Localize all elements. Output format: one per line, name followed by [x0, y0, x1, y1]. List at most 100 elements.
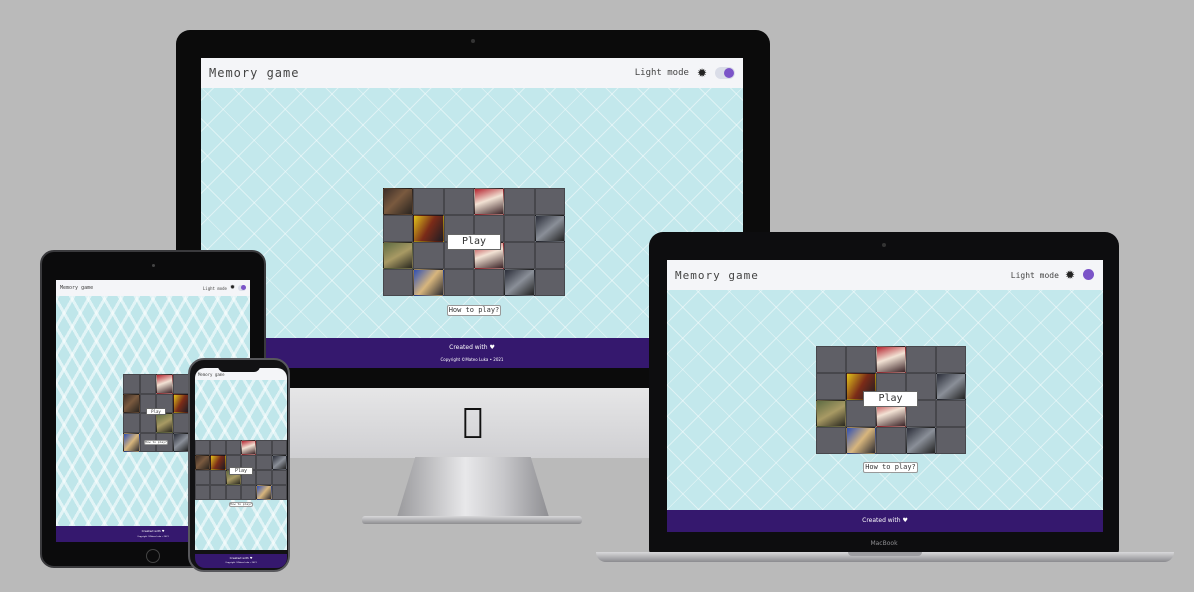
card[interactable]: [256, 455, 272, 470]
card[interactable]: [504, 188, 535, 215]
card[interactable]: [240, 440, 257, 455]
play-button[interactable]: Play: [229, 467, 253, 475]
card[interactable]: [504, 269, 535, 296]
card[interactable]: [123, 432, 140, 452]
phone-device: Memory game Light mode: [188, 358, 290, 572]
card[interactable]: [156, 374, 173, 394]
card[interactable]: [195, 470, 211, 485]
card[interactable]: [443, 269, 474, 296]
tablet-camera: [152, 264, 155, 267]
card[interactable]: [225, 440, 241, 455]
navbar: Memory game Light mode ✹: [56, 280, 250, 296]
card[interactable]: [534, 188, 565, 215]
mode-toggle[interactable]: [715, 67, 735, 79]
card[interactable]: [413, 188, 444, 215]
card[interactable]: [504, 242, 535, 269]
phone-notch: [218, 364, 260, 372]
card[interactable]: [443, 188, 474, 215]
brand-title[interactable]: Memory game: [60, 285, 93, 291]
how-to-play-button[interactable]: How to play?: [229, 502, 253, 507]
card[interactable]: [225, 485, 241, 500]
play-button[interactable]: Play: [146, 408, 166, 415]
card[interactable]: [172, 374, 189, 394]
card[interactable]: [210, 470, 226, 485]
card[interactable]: [876, 427, 906, 454]
card[interactable]: [383, 269, 414, 296]
apple-logo-icon: : [457, 403, 489, 439]
game-area: Play How to play?: [667, 290, 1103, 510]
brand-title[interactable]: Memory game: [675, 269, 759, 282]
play-button[interactable]: Play: [447, 234, 501, 250]
macbook-device: Memory game Light mode ✹ Play How to pla…: [596, 232, 1174, 566]
card[interactable]: [195, 485, 211, 500]
imac-foot: [362, 516, 582, 524]
card[interactable]: [195, 440, 211, 455]
card[interactable]: [139, 374, 156, 394]
card[interactable]: [413, 269, 444, 296]
card[interactable]: [906, 427, 936, 454]
card[interactable]: [474, 188, 505, 215]
gear-icon: ✹: [1064, 268, 1075, 282]
card[interactable]: [172, 393, 189, 413]
card[interactable]: [172, 432, 189, 452]
card[interactable]: [936, 400, 966, 427]
macbook-screen: Memory game Light mode ✹ Play How to pla…: [667, 260, 1103, 532]
card[interactable]: [383, 188, 414, 215]
card[interactable]: [195, 455, 211, 470]
card[interactable]: [474, 269, 505, 296]
card[interactable]: [256, 470, 272, 485]
card[interactable]: [123, 413, 140, 433]
footer-created: Created with ♥: [862, 517, 908, 524]
card[interactable]: [256, 485, 272, 500]
card[interactable]: [156, 413, 173, 433]
card[interactable]: [413, 215, 444, 242]
game-area: Play How to play?: [195, 380, 287, 550]
card[interactable]: [816, 373, 846, 400]
card[interactable]: [534, 269, 565, 296]
imac-stand: [397, 457, 549, 517]
card[interactable]: [846, 427, 876, 454]
card[interactable]: [936, 373, 966, 400]
mode-switcher: Light mode ✹: [635, 67, 735, 79]
footer-copyright: Copyright ©Mateo Luka • 2021: [225, 562, 257, 564]
card[interactable]: [816, 346, 846, 373]
card[interactable]: [210, 485, 226, 500]
card[interactable]: [271, 440, 287, 455]
play-button[interactable]: Play: [863, 391, 918, 407]
card[interactable]: [123, 393, 140, 413]
mode-toggle[interactable]: [238, 285, 246, 291]
card[interactable]: [172, 413, 189, 433]
mode-switcher: Light mode ✹: [203, 285, 246, 291]
card[interactable]: [816, 427, 846, 454]
tablet-home-button: [146, 549, 160, 563]
card[interactable]: [816, 400, 846, 427]
card[interactable]: [504, 215, 535, 242]
how-to-play-button[interactable]: How to play?: [144, 440, 168, 445]
mode-toggle[interactable]: [1083, 269, 1095, 281]
card[interactable]: [876, 346, 906, 373]
card[interactable]: [210, 455, 226, 470]
card[interactable]: [383, 215, 414, 242]
card[interactable]: [271, 470, 287, 485]
card[interactable]: [936, 346, 966, 373]
how-to-play-button[interactable]: How to play?: [863, 462, 918, 473]
brand-title[interactable]: Memory game: [209, 66, 299, 80]
macbook-label: MacBook: [870, 540, 898, 547]
card[interactable]: [936, 427, 966, 454]
card[interactable]: [139, 413, 156, 433]
card[interactable]: [534, 215, 565, 242]
brand-title[interactable]: Memory game: [198, 372, 225, 377]
card[interactable]: [210, 440, 226, 455]
card[interactable]: [256, 440, 272, 455]
card[interactable]: [906, 346, 936, 373]
card[interactable]: [846, 346, 876, 373]
card[interactable]: [383, 242, 414, 269]
card[interactable]: [271, 485, 287, 500]
how-to-play-button[interactable]: How to play?: [447, 305, 501, 316]
card[interactable]: [123, 374, 140, 394]
card[interactable]: [534, 242, 565, 269]
card[interactable]: [413, 242, 444, 269]
imac-camera: [471, 39, 475, 43]
card[interactable]: [240, 485, 257, 500]
card[interactable]: [271, 455, 287, 470]
